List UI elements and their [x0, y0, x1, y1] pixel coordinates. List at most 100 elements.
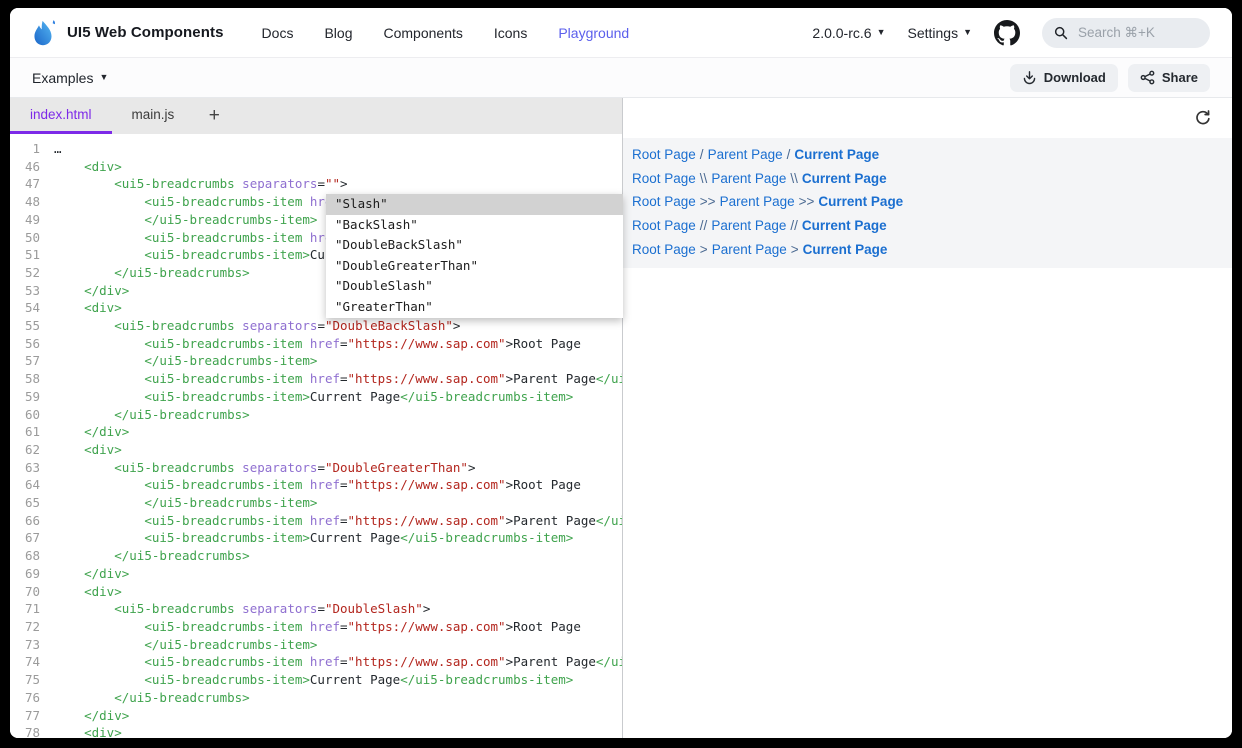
brand-title: UI5 Web Components [67, 24, 224, 41]
breadcrumbs-preview: Root Page/Parent Page/Current PageRoot P… [623, 138, 1232, 268]
app-window: UI5 Web Components Docs Blog Components Ico… [10, 8, 1232, 738]
breadcrumb-link[interactable]: Parent Page [712, 242, 787, 257]
code-line[interactable]: 56 <ui5-breadcrumbs-item href="https://w… [10, 335, 622, 353]
search-icon [1054, 26, 1068, 40]
search-box[interactable] [1042, 18, 1210, 48]
breadcrumb-link[interactable]: Root Page [632, 171, 696, 186]
share-label: Share [1162, 70, 1198, 85]
code-line[interactable]: 67 <ui5-breadcrumbs-item>Current Page</u… [10, 529, 622, 547]
nav-item-blog[interactable]: Blog [324, 25, 352, 41]
autocomplete-option[interactable]: "Slash" [326, 194, 623, 215]
line-number: 48 [10, 193, 40, 211]
line-number: 51 [10, 246, 40, 264]
breadcrumb-separator: >> [795, 194, 819, 209]
code-line[interactable]: 1… [10, 140, 622, 158]
code-line[interactable]: 47 <ui5-breadcrumbs separators=""> [10, 175, 622, 193]
breadcrumb-link[interactable]: Parent Page [720, 194, 795, 209]
editor-tabbar: index.htmlmain.js+ [10, 98, 622, 134]
breadcrumb-row: Root Page>Parent Page>Current Page [632, 238, 1222, 262]
breadcrumb-link[interactable]: Parent Page [711, 218, 786, 233]
code-line[interactable]: 78 <div> [10, 724, 622, 738]
add-tab-button[interactable]: + [194, 98, 234, 134]
line-number: 54 [10, 299, 40, 317]
line-number: 76 [10, 689, 40, 707]
code-line[interactable]: 63 <ui5-breadcrumbs separators="DoubleGr… [10, 459, 622, 477]
code-line[interactable]: 55 <ui5-breadcrumbs separators="DoubleBa… [10, 317, 622, 335]
code-line[interactable]: 46 <div> [10, 158, 622, 176]
main-content: index.htmlmain.js+ 1…46 <div>47 <ui5-bre… [10, 98, 1232, 738]
line-number: 62 [10, 441, 40, 459]
breadcrumb-link[interactable]: Parent Page [711, 171, 786, 186]
line-number: 55 [10, 317, 40, 335]
breadcrumb-separator: > [787, 242, 803, 257]
nav-item-docs[interactable]: Docs [262, 25, 294, 41]
code-line[interactable]: 57 </ui5-breadcrumbs-item> [10, 352, 622, 370]
examples-toolbar: Examples ▼ Download Share [10, 58, 1232, 98]
editor-tab-main.js[interactable]: main.js [112, 98, 195, 134]
editor-tab-index.html[interactable]: index.html [10, 98, 112, 134]
autocomplete-option[interactable]: "DoubleGreaterThan" [326, 256, 623, 277]
breadcrumb-link[interactable]: Parent Page [708, 147, 783, 162]
autocomplete-option[interactable]: "BackSlash" [326, 215, 623, 236]
code-line[interactable]: 73 </ui5-breadcrumbs-item> [10, 636, 622, 654]
code-line[interactable]: 68 </ui5-breadcrumbs> [10, 547, 622, 565]
line-number: 56 [10, 335, 40, 353]
autocomplete-option[interactable]: "DoubleBackSlash" [326, 235, 623, 256]
code-line[interactable]: 69 </div> [10, 565, 622, 583]
chevron-down-icon: ▼ [963, 28, 972, 37]
breadcrumb-link[interactable]: Root Page [632, 194, 696, 209]
line-number: 70 [10, 583, 40, 601]
github-icon[interactable] [994, 20, 1020, 46]
breadcrumb-separator: >> [696, 194, 720, 209]
code-line[interactable]: 74 <ui5-breadcrumbs-item href="https://w… [10, 653, 622, 671]
code-line[interactable]: 61 </div> [10, 423, 622, 441]
code-line[interactable]: 60 </ui5-breadcrumbs> [10, 406, 622, 424]
code-line[interactable]: 77 </div> [10, 707, 622, 725]
version-menu[interactable]: 2.0.0-rc.6 ▼ [812, 25, 885, 41]
nav-item-playground[interactable]: Playground [558, 25, 629, 41]
code-line[interactable]: 62 <div> [10, 441, 622, 459]
examples-label: Examples [32, 70, 93, 86]
share-button[interactable]: Share [1128, 64, 1210, 92]
breadcrumb-row: Root Page/Parent Page/Current Page [632, 143, 1222, 167]
code-line[interactable]: 65 </ui5-breadcrumbs-item> [10, 494, 622, 512]
breadcrumb-link[interactable]: Root Page [632, 242, 696, 257]
search-input[interactable] [1076, 24, 1190, 41]
code-line[interactable]: 70 <div> [10, 583, 622, 601]
code-line[interactable]: 64 <ui5-breadcrumbs-item href="https://w… [10, 476, 622, 494]
line-number: 64 [10, 476, 40, 494]
breadcrumb-link[interactable]: Root Page [632, 218, 696, 233]
download-button[interactable]: Download [1010, 64, 1118, 92]
line-number: 57 [10, 352, 40, 370]
code-line[interactable]: 71 <ui5-breadcrumbs separators="DoubleSl… [10, 600, 622, 618]
breadcrumb-separator: > [696, 242, 712, 257]
line-number: 65 [10, 494, 40, 512]
breadcrumb-current: Current Page [802, 171, 887, 186]
code-line[interactable]: 72 <ui5-breadcrumbs-item href="https://w… [10, 618, 622, 636]
download-icon [1022, 70, 1037, 85]
line-number: 77 [10, 707, 40, 725]
code-line[interactable]: 59 <ui5-breadcrumbs-item>Current Page</u… [10, 388, 622, 406]
breadcrumb-current: Current Page [802, 218, 887, 233]
breadcrumb-current: Current Page [818, 194, 903, 209]
line-number: 61 [10, 423, 40, 441]
line-number: 46 [10, 158, 40, 176]
code-line[interactable]: 58 <ui5-breadcrumbs-item href="https://w… [10, 370, 622, 388]
line-number: 47 [10, 175, 40, 193]
line-number: 59 [10, 388, 40, 406]
breadcrumb-separator: / [696, 147, 708, 162]
settings-menu[interactable]: Settings ▼ [907, 25, 972, 41]
line-number: 71 [10, 600, 40, 618]
code-line[interactable]: 75 <ui5-breadcrumbs-item>Current Page</u… [10, 671, 622, 689]
examples-dropdown[interactable]: Examples ▼ [32, 70, 108, 86]
line-number: 49 [10, 211, 40, 229]
refresh-icon[interactable] [1194, 109, 1212, 127]
line-number: 53 [10, 282, 40, 300]
nav-item-icons[interactable]: Icons [494, 25, 527, 41]
code-line[interactable]: 66 <ui5-breadcrumbs-item href="https://w… [10, 512, 622, 530]
code-line[interactable]: 76 </ui5-breadcrumbs> [10, 689, 622, 707]
breadcrumb-link[interactable]: Root Page [632, 147, 696, 162]
nav-item-components[interactable]: Components [383, 25, 462, 41]
autocomplete-option[interactable]: "GreaterThan" [326, 297, 623, 318]
autocomplete-option[interactable]: "DoubleSlash" [326, 276, 623, 297]
